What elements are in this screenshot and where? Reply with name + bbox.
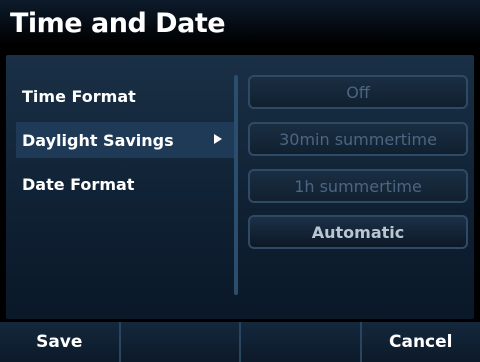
- softkey-bar: Save Cancel: [0, 322, 480, 362]
- option-automatic[interactable]: Automatic: [248, 215, 468, 249]
- menu-item-label: Daylight Savings: [22, 130, 174, 150]
- settings-panel: Time Format Daylight Savings Date Format…: [6, 55, 474, 319]
- phone-screen: Time and Date Time Format Daylight Savin…: [0, 0, 480, 362]
- option-1h-summertime: 1h summertime: [248, 169, 468, 203]
- column-divider: [234, 75, 238, 295]
- softkey-empty-3[interactable]: [241, 322, 362, 362]
- page-title: Time and Date: [10, 8, 226, 39]
- menu-item-daylight-savings[interactable]: Daylight Savings: [16, 122, 234, 158]
- arrow-right-icon: [214, 134, 222, 144]
- menu-item-time-format[interactable]: Time Format: [16, 78, 234, 114]
- softkey-label: Save: [36, 332, 83, 352]
- option-label: 30min summertime: [279, 129, 437, 149]
- softkey-label: Cancel: [389, 332, 453, 352]
- option-off: Off: [248, 75, 468, 109]
- softkey-cancel[interactable]: Cancel: [362, 322, 480, 362]
- option-label: Off: [346, 82, 370, 102]
- option-label: Automatic: [311, 222, 405, 242]
- option-30min-summertime: 30min summertime: [248, 122, 468, 156]
- menu-item-label: Date Format: [22, 174, 135, 194]
- softkey-empty-2[interactable]: [121, 322, 241, 362]
- menu-item-date-format[interactable]: Date Format: [16, 166, 234, 202]
- softkey-save[interactable]: Save: [0, 322, 121, 362]
- menu-item-label: Time Format: [22, 86, 136, 106]
- title-bar: Time and Date: [0, 0, 480, 52]
- option-label: 1h summertime: [294, 176, 422, 196]
